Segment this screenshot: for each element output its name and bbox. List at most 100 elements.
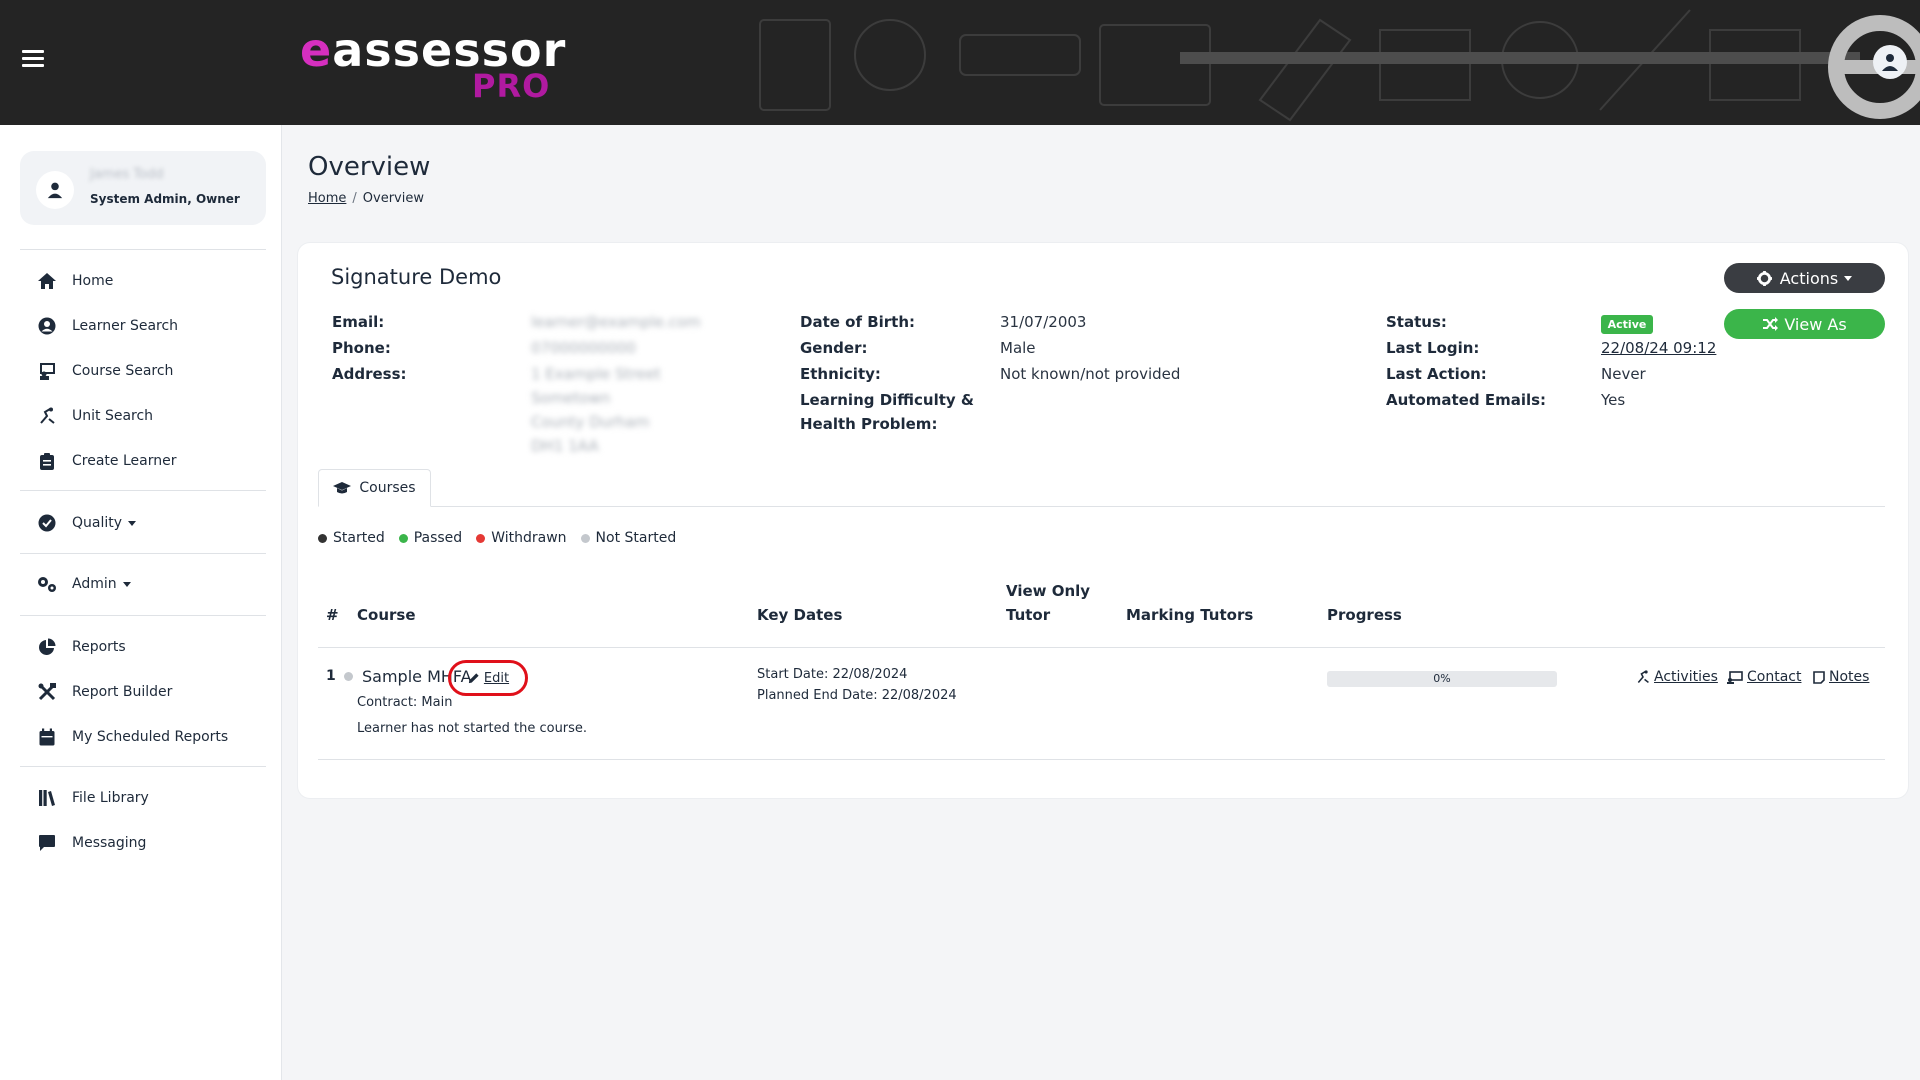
breadcrumb: Home / Overview (308, 191, 424, 206)
address-line: DH1 1AA (531, 437, 599, 455)
sidebar-item-reports[interactable]: Reports (36, 634, 126, 660)
edit-course-link[interactable]: Edit (448, 660, 528, 696)
home-icon (36, 270, 58, 292)
learner-name: Signature Demo (331, 265, 502, 289)
status-label: Status: (1386, 313, 1447, 331)
route-icon (36, 405, 58, 427)
col-header-marking-tutors: Marking Tutors (1126, 606, 1254, 624)
sidebar-item-unit-search[interactable]: Unit Search (36, 403, 153, 429)
teacher-board-icon (36, 360, 58, 382)
dob-value: 31/07/2003 (1000, 313, 1087, 331)
sidebar: James Todd System Admin, Owner Home Lear… (0, 125, 282, 1080)
sidebar-item-course-search[interactable]: Course Search (36, 358, 173, 384)
address-line: County Durham (531, 413, 650, 431)
chevron-down-icon (128, 520, 137, 526)
chevron-down-icon (1844, 275, 1853, 281)
address-line: 1 Example Street (531, 365, 661, 383)
gender-value: Male (1000, 339, 1036, 357)
sidebar-item-file-library[interactable]: File Library (36, 785, 149, 811)
clipboard-icon (36, 450, 58, 472)
progress-text: 0% (1433, 672, 1451, 685)
sidebar-item-scheduled-reports[interactable]: My Scheduled Reports (36, 724, 228, 750)
tabs-divider (318, 506, 1885, 507)
user-name: James Todd (90, 167, 164, 182)
gender-label: Gender: (800, 339, 868, 357)
legend-item: Passed (398, 530, 462, 546)
table-row-divider (318, 759, 1885, 760)
ethnicity-value: Not known/not provided (1000, 365, 1181, 383)
chevron-down-icon (122, 581, 131, 587)
sidebar-item-quality[interactable]: Quality (36, 510, 137, 536)
ldd-label: Health Problem: (800, 415, 938, 433)
divider (20, 249, 266, 250)
course-note: Learner has not started the course. (357, 721, 588, 736)
col-header-view-only-tutor: Tutor (1006, 606, 1051, 624)
divider (20, 553, 266, 554)
legend-item: Started (318, 530, 385, 546)
ethnicity-label: Ethnicity: (800, 365, 881, 383)
start-date: Start Date: 22/08/2024 (757, 667, 908, 682)
sidebar-item-admin[interactable]: Admin (36, 571, 131, 597)
last-login-link[interactable]: 22/08/24 09:12 (1601, 339, 1716, 357)
automated-emails-value: Yes (1601, 391, 1626, 409)
col-header-key-dates: Key Dates (757, 606, 843, 624)
status-legend: Started Passed Withdrawn Not Started (318, 529, 690, 547)
page-title: Overview (308, 152, 431, 182)
learner-card: Signature Demo Actions View As Email: le… (298, 243, 1908, 798)
divider (20, 615, 266, 616)
sidebar-item-report-builder[interactable]: Report Builder (36, 679, 172, 705)
breadcrumb-current: Overview (362, 191, 424, 206)
message-icon (36, 832, 58, 854)
route-icon (1637, 670, 1649, 684)
activities-link[interactable]: Activities (1636, 669, 1718, 685)
sidebar-item-messaging[interactable]: Messaging (36, 830, 146, 856)
email-label: Email: (332, 313, 385, 331)
calendar-icon (36, 726, 58, 748)
table-header-divider (318, 647, 1885, 648)
shuffle-icon (1763, 317, 1779, 331)
sidebar-item-learner-search[interactable]: Learner Search (36, 313, 178, 339)
pencil-icon (468, 672, 479, 683)
progress-bar: 0% (1327, 671, 1557, 687)
last-action-value: Never (1601, 365, 1646, 383)
legend-dot (476, 533, 486, 543)
legend-dot (318, 533, 327, 543)
chalkboard-icon (1727, 670, 1743, 684)
tab-courses[interactable]: Courses (318, 469, 431, 507)
address-line: Sometown (531, 389, 611, 407)
view-as-button[interactable]: View As (1724, 309, 1885, 339)
status-badge: Active (1601, 315, 1653, 334)
row-number: 1 (326, 668, 336, 684)
last-login-value: 22/08/24 09:12 (1601, 339, 1716, 357)
pie-chart-icon (36, 636, 58, 658)
gear-icon (1756, 270, 1772, 286)
actions-dropdown-button[interactable]: Actions (1724, 263, 1885, 293)
status-dot-not-started (344, 672, 353, 681)
tools-icon (36, 681, 58, 703)
breadcrumb-home-link[interactable]: Home (308, 191, 346, 206)
gears-icon (36, 573, 58, 595)
user-card[interactable]: James Todd System Admin, Owner (20, 151, 266, 225)
col-header-num: # (326, 606, 339, 624)
check-circle-icon (36, 512, 58, 534)
last-action-label: Last Action: (1386, 365, 1487, 383)
header-background-pattern (759, 9, 1860, 122)
legend-dot (398, 533, 408, 543)
sidebar-item-home[interactable]: Home (36, 268, 113, 294)
contact-link[interactable]: Contact (1727, 669, 1801, 685)
user-icon (36, 171, 74, 209)
legend-item: Not Started (580, 530, 676, 546)
last-login-label: Last Login: (1386, 339, 1480, 357)
user-avatar-icon[interactable] (1873, 45, 1907, 79)
sidebar-item-create-learner[interactable]: Create Learner (36, 448, 176, 474)
ldd-label: Learning Difficulty & (800, 391, 974, 409)
legend-dot (580, 533, 590, 543)
eassessor-logo[interactable]: eassessor PRO (300, 22, 565, 104)
graduation-cap-icon (333, 481, 352, 495)
phone-value: 07000000000 (531, 339, 636, 357)
col-header-progress: Progress (1327, 606, 1402, 624)
notes-link[interactable]: Notes (1813, 669, 1869, 685)
automated-emails-label: Automated Emails: (1386, 391, 1547, 409)
user-circle-icon (36, 315, 58, 337)
hamburger-menu-icon[interactable] (22, 50, 44, 70)
